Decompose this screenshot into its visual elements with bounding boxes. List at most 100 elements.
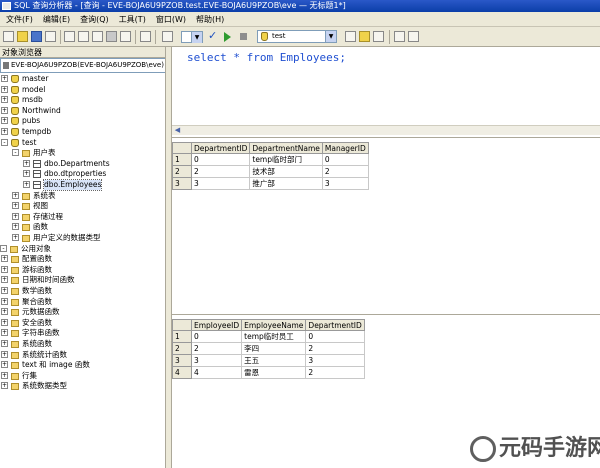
expand-icon[interactable]: +: [1, 276, 8, 284]
tree-item[interactable]: + dbo.Employees: [23, 179, 165, 191]
tree-item[interactable]: + 字符串函数: [1, 328, 165, 338]
expand-icon[interactable]: +: [23, 181, 30, 188]
table-cell[interactable]: 推广部: [249, 177, 323, 190]
grid-corner[interactable]: [172, 319, 192, 331]
column-header[interactable]: DepartmentID: [305, 319, 365, 331]
table-cell[interactable]: 3: [321, 177, 369, 190]
table-row[interactable]: 1 0 temp临时部门 0: [172, 153, 369, 166]
menu-window[interactable]: 窗口(W): [156, 14, 186, 25]
expand-icon[interactable]: +: [1, 308, 8, 316]
tree-item[interactable]: + model: [1, 85, 165, 95]
tree-item[interactable]: + pubs: [1, 116, 165, 126]
tree-item[interactable]: + 视图: [12, 201, 165, 211]
row-number[interactable]: 1: [172, 330, 192, 343]
server-selector[interactable]: EVE-BOJA6U9PZOB(EVE-BOJA6U9PZOB\eve): [0, 58, 167, 73]
expand-icon[interactable]: +: [1, 106, 8, 114]
tree-item[interactable]: + dbo.dtproperties: [23, 169, 165, 179]
table-row[interactable]: 1 0 temp临时员工 0: [172, 330, 365, 343]
expand-icon[interactable]: +: [1, 287, 8, 294]
tree-item[interactable]: + Northwind: [1, 106, 165, 116]
cancel-query-icon[interactable]: [240, 33, 247, 40]
tree-item[interactable]: - test: [1, 138, 165, 148]
table-cell[interactable]: 雷恩: [241, 366, 307, 379]
save-icon[interactable]: [31, 31, 42, 42]
column-header[interactable]: DepartmentID: [190, 142, 251, 154]
grid-corner[interactable]: [172, 142, 192, 154]
tree-item[interactable]: + 系统数据类型: [1, 381, 165, 391]
tree-item[interactable]: + 配置函数: [1, 254, 165, 264]
results-mode-dropdown[interactable]: ▼: [181, 31, 203, 43]
row-number[interactable]: 1: [172, 153, 192, 166]
chevron-down-icon[interactable]: ▼: [325, 31, 336, 42]
table-cell[interactable]: 3: [190, 177, 251, 190]
tree-item[interactable]: + msdb: [1, 95, 165, 105]
tree-item[interactable]: + 函数: [12, 222, 165, 232]
table-row[interactable]: 3 3 王五 3: [172, 354, 365, 367]
object-browser-icon[interactable]: [359, 31, 370, 42]
expand-icon[interactable]: +: [1, 75, 8, 82]
row-number[interactable]: 2: [172, 165, 192, 178]
row-number[interactable]: 2: [172, 342, 192, 355]
parse-query-icon[interactable]: ✓: [208, 29, 217, 42]
expand-icon[interactable]: +: [12, 212, 19, 220]
menu-help[interactable]: 帮助(H): [196, 14, 224, 25]
column-header[interactable]: EmployeeName: [241, 319, 307, 331]
tree-item[interactable]: + text 和 image 函数: [1, 360, 165, 370]
cut-icon[interactable]: [64, 31, 75, 42]
table-cell[interactable]: 2: [305, 366, 365, 379]
tree-item[interactable]: + dbo.Departments: [23, 159, 165, 169]
column-header[interactable]: EmployeeID: [190, 319, 243, 331]
expand-icon[interactable]: +: [1, 297, 8, 305]
table-cell[interactable]: 0: [321, 153, 369, 166]
row-number[interactable]: 4: [172, 366, 192, 379]
tree-item[interactable]: + 用户定义的数据类型: [12, 233, 165, 243]
expand-icon[interactable]: +: [1, 128, 8, 135]
menu-tools[interactable]: 工具(T): [119, 14, 146, 25]
expand-icon[interactable]: +: [23, 170, 30, 178]
tree-item[interactable]: + 聚合函数: [1, 297, 165, 307]
table-row[interactable]: 4 4 雷恩 2: [172, 366, 365, 379]
menu-query[interactable]: 查询(Q): [80, 14, 109, 25]
collapse-icon[interactable]: -: [12, 149, 19, 157]
table-cell[interactable]: 李四: [241, 342, 307, 355]
query-editor[interactable]: select * from Employees;: [172, 47, 600, 125]
expand-icon[interactable]: +: [1, 371, 8, 379]
table-cell[interactable]: 王五: [241, 354, 307, 367]
row-number[interactable]: 3: [172, 177, 192, 190]
tree-item[interactable]: + tempdb: [1, 127, 165, 137]
copy-icon[interactable]: [78, 31, 89, 42]
tree-item[interactable]: + 系统表: [12, 191, 165, 201]
table-cell[interactable]: 2: [321, 165, 369, 178]
table-cell[interactable]: 3: [305, 354, 365, 367]
table-cell[interactable]: 2: [305, 342, 365, 355]
collapse-icon[interactable]: -: [1, 138, 8, 146]
tree-item[interactable]: + 存储过程: [12, 212, 165, 222]
tree-item[interactable]: + 系统统计函数: [1, 350, 165, 360]
table-cell[interactable]: 4: [190, 366, 243, 379]
editor-horizontal-scrollbar[interactable]: ◀: [172, 125, 600, 135]
scroll-left-icon[interactable]: ◀: [173, 126, 182, 135]
expand-icon[interactable]: +: [1, 382, 8, 390]
table-cell[interactable]: temp临时员工: [241, 330, 307, 343]
table-cell[interactable]: 0: [190, 153, 251, 166]
tree-item[interactable]: + 行集: [1, 371, 165, 381]
menu-edit[interactable]: 编辑(E): [43, 14, 70, 25]
table-cell[interactable]: temp临时部门: [249, 153, 323, 166]
expand-icon[interactable]: +: [1, 340, 8, 347]
expand-icon[interactable]: +: [1, 96, 8, 104]
table-cell[interactable]: 2: [190, 165, 251, 178]
column-header[interactable]: ManagerID: [321, 142, 369, 154]
expand-icon[interactable]: +: [1, 361, 8, 369]
expand-icon[interactable]: +: [1, 350, 8, 358]
tree-item[interactable]: + 日期和时间函数: [1, 275, 165, 285]
tree-item[interactable]: + 游标函数: [1, 265, 165, 275]
expand-icon[interactable]: +: [12, 191, 19, 199]
open-icon[interactable]: [17, 31, 28, 42]
insert-template-icon[interactable]: [45, 31, 56, 42]
pane-splitter[interactable]: [165, 47, 172, 468]
chevron-down-icon[interactable]: ▼: [191, 32, 202, 43]
expand-icon[interactable]: +: [23, 159, 30, 167]
table-cell[interactable]: 2: [190, 342, 243, 355]
database-selector[interactable]: test ▼: [257, 30, 337, 43]
table-cell[interactable]: 0: [305, 330, 365, 343]
